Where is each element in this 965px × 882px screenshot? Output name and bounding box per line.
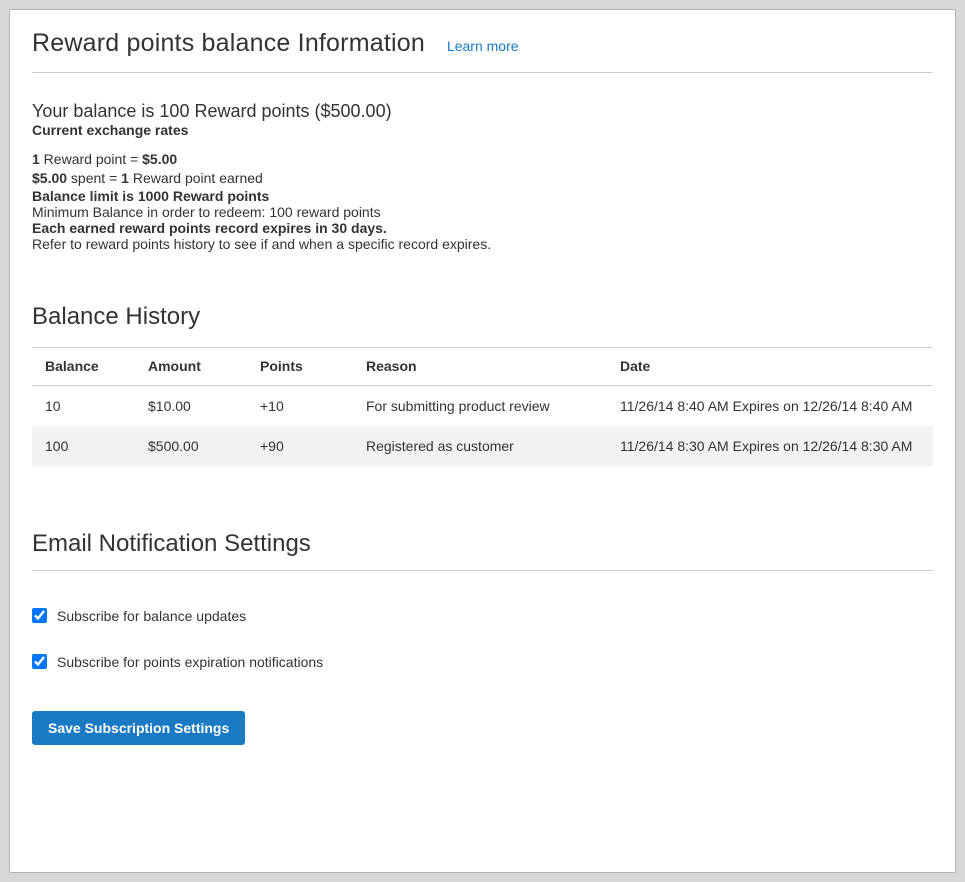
- table-cell: $10.00: [138, 385, 250, 426]
- table-cell: $500.00: [138, 426, 250, 466]
- table-cell: +10: [250, 385, 356, 426]
- rate-point-to-money: 1 Reward point = $5.00: [32, 150, 933, 169]
- table-cell: 10: [32, 385, 138, 426]
- subscription-checkbox[interactable]: [32, 654, 47, 669]
- subscription-option[interactable]: Subscribe for points expiration notifica…: [32, 654, 323, 670]
- table-cell: For submitting product review: [356, 385, 610, 426]
- learn-more-link[interactable]: Learn more: [447, 38, 519, 54]
- balance-summary: Your balance is 100 Reward points ($500.…: [32, 101, 933, 122]
- email-settings-divider: [32, 570, 933, 571]
- table-cell: 11/26/14 8:40 AM Expires on 12/26/14 8:4…: [610, 385, 933, 426]
- balance-history-section: Balance History BalanceAmountPointsReaso…: [32, 303, 933, 466]
- table-header-row: BalanceAmountPointsReasonDate: [32, 347, 933, 385]
- table-cell: 100: [32, 426, 138, 466]
- subscription-option-label: Subscribe for points expiration notifica…: [57, 654, 323, 670]
- subscription-options: Subscribe for balance updates Subscribe f…: [32, 608, 933, 670]
- save-subscription-button[interactable]: Save Subscription Settings: [32, 711, 245, 745]
- exchange-rates-heading: Current exchange rates: [32, 122, 933, 138]
- subscription-checkbox[interactable]: [32, 608, 47, 623]
- table-row: 100$500.00+90Registered as customer11/26…: [32, 426, 933, 466]
- table-row: 10$10.00+10For submitting product review…: [32, 385, 933, 426]
- column-header-points: Points: [250, 347, 356, 385]
- table-cell: 11/26/14 8:30 AM Expires on 12/26/14 8:3…: [610, 426, 933, 466]
- email-settings-section: Email Notification Settings Subscribe fo…: [32, 530, 933, 745]
- balance-history-table: BalanceAmountPointsReasonDate 10$10.00+1…: [32, 347, 933, 466]
- subscription-option[interactable]: Subscribe for balance updates: [32, 608, 246, 624]
- column-header-date: Date: [610, 347, 933, 385]
- page-title: Reward points balance Information: [32, 29, 425, 58]
- table-cell: Registered as customer: [356, 426, 610, 466]
- subscription-option-label: Subscribe for balance updates: [57, 608, 246, 624]
- header-divider: [32, 72, 933, 73]
- email-settings-title: Email Notification Settings: [32, 530, 933, 558]
- column-header-reason: Reason: [356, 347, 610, 385]
- column-header-balance: Balance: [32, 347, 138, 385]
- page-header: Reward points balance Information Learn …: [32, 29, 933, 58]
- balance-history-title: Balance History: [32, 303, 933, 331]
- column-header-amount: Amount: [138, 347, 250, 385]
- minimum-balance-text: Minimum Balance in order to redeem: 100 …: [32, 204, 933, 220]
- balance-limit-text: Balance limit is 1000 Reward points: [32, 188, 933, 204]
- exchange-rates: 1 Reward point = $5.00 $5.00 spent = 1 R…: [32, 150, 933, 188]
- rate-money-to-point: $5.00 spent = 1 Reward point earned: [32, 169, 933, 188]
- expiration-note-text: Refer to reward points history to see if…: [32, 236, 933, 252]
- reward-points-card: Reward points balance Information Learn …: [9, 9, 956, 873]
- table-cell: +90: [250, 426, 356, 466]
- expiration-rule-text: Each earned reward points record expires…: [32, 220, 933, 236]
